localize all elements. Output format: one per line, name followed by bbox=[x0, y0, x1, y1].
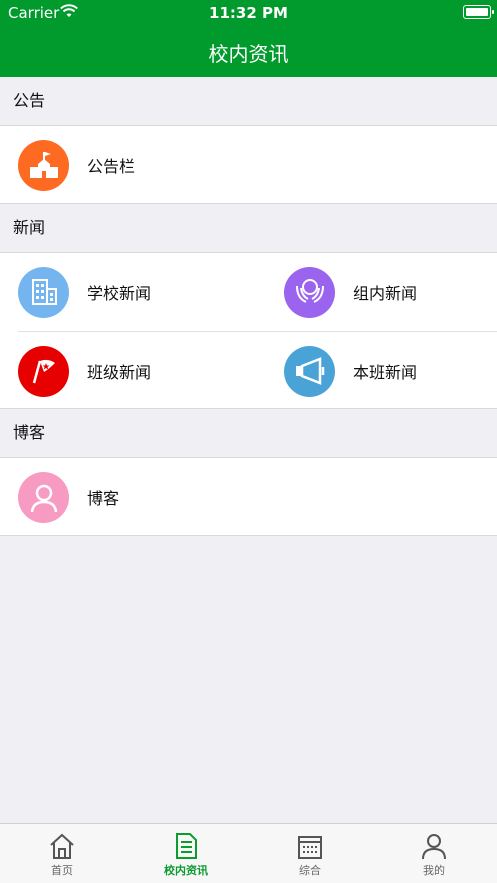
announcement-panel: 公告栏 bbox=[0, 125, 497, 204]
tab-home[interactable]: 首页 bbox=[0, 824, 124, 883]
tab-mine-label: 我的 bbox=[423, 864, 445, 877]
section-header-announcement: 公告 bbox=[13, 91, 46, 110]
tab-general[interactable]: 综合 bbox=[248, 824, 372, 883]
announcement-board-label: 公告栏 bbox=[87, 157, 136, 176]
tab-mine[interactable]: 我的 bbox=[372, 824, 496, 883]
tab-general-label: 综合 bbox=[299, 864, 321, 877]
blog-label: 博客 bbox=[87, 489, 120, 508]
group-hands-icon bbox=[284, 266, 335, 318]
blog-panel: 博客 bbox=[0, 457, 497, 536]
document-icon bbox=[176, 833, 197, 859]
section-header-news: 新闻 bbox=[13, 218, 46, 237]
blog-item[interactable]: 博客 bbox=[0, 458, 497, 536]
tab-campus-news-label: 校内资讯 bbox=[164, 864, 208, 877]
school-building-icon bbox=[18, 139, 69, 191]
tab-home-label: 首页 bbox=[51, 864, 73, 877]
class-news-item[interactable]: 班级新闻 bbox=[0, 332, 266, 410]
school-news-item[interactable]: 学校新闻 bbox=[0, 253, 266, 331]
school-news-label: 学校新闻 bbox=[87, 284, 152, 303]
megaphone-icon bbox=[284, 345, 335, 397]
person-icon bbox=[18, 471, 69, 523]
tab-bar: 首页 校内资讯 综合 我的 bbox=[0, 823, 497, 883]
own-class-news-item[interactable]: 本班新闻 bbox=[266, 332, 497, 410]
buildings-icon bbox=[18, 266, 69, 318]
home-icon bbox=[50, 833, 74, 859]
battery-icon bbox=[463, 5, 494, 19]
class-news-label: 班级新闻 bbox=[87, 363, 152, 382]
status-bar: Carrier 11:32 PM bbox=[0, 0, 497, 26]
own-class-news-label: 本班新闻 bbox=[353, 363, 418, 382]
group-news-item[interactable]: 组内新闻 bbox=[266, 253, 497, 331]
section-header-blog: 博客 bbox=[13, 423, 46, 442]
page-title: 校内资讯 bbox=[208, 42, 289, 66]
news-panel: 学校新闻 组内新闻 班级新闻 本班新闻 bbox=[0, 252, 497, 409]
tab-campus-news[interactable]: 校内资讯 bbox=[124, 824, 248, 883]
group-news-label: 组内新闻 bbox=[353, 284, 418, 303]
user-icon bbox=[422, 834, 446, 860]
header: Carrier 11:32 PM 校内资讯 bbox=[0, 0, 497, 77]
calendar-icon bbox=[298, 836, 322, 859]
clock: 11:32 PM bbox=[209, 4, 288, 22]
announcement-board-item[interactable]: 公告栏 bbox=[0, 126, 497, 204]
flag-icon bbox=[18, 345, 69, 397]
